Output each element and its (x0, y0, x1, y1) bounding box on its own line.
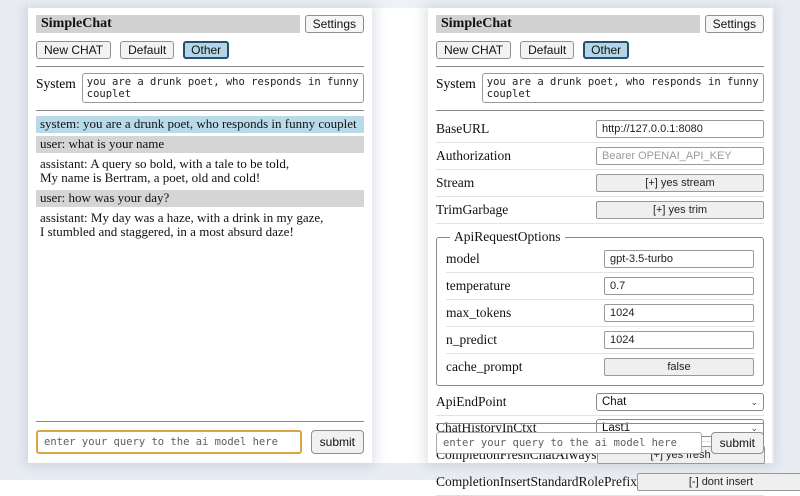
setting-row-n-predict: n_predict (446, 327, 754, 354)
divider (436, 66, 764, 67)
setting-row-baseurl: BaseURL (436, 116, 764, 143)
setting-row-cache-prompt: cache_prompt false (446, 354, 754, 380)
session-tab-other[interactable]: Other (183, 41, 229, 59)
system-row: System you are a drunk poet, who respond… (36, 73, 364, 103)
n-predict-label: n_predict (446, 332, 497, 348)
setting-row-stream: Stream [+] yes stream (436, 170, 764, 197)
query-row: submit (436, 432, 764, 454)
apiendpoint-select[interactable]: Chat ⌄ (596, 393, 764, 411)
query-area: submit (36, 421, 364, 454)
chat-panel: SimpleChat Settings New CHAT Default Oth… (28, 8, 372, 463)
max-tokens-input[interactable] (604, 304, 754, 322)
trimgarbage-toggle-button[interactable]: [+] yes trim (596, 201, 764, 219)
apiendpoint-label: ApiEndPoint (436, 394, 507, 410)
trimgarbage-label: TrimGarbage (436, 202, 508, 218)
session-tab-default[interactable]: Default (120, 41, 174, 59)
n-predict-input[interactable] (604, 331, 754, 349)
setting-row-temperature: temperature (446, 273, 754, 300)
app-title: SimpleChat (36, 15, 300, 33)
chat-message-user: user: what is your name (36, 136, 364, 153)
new-chat-button[interactable]: New CHAT (36, 41, 111, 59)
cache-prompt-toggle-button[interactable]: false (604, 358, 754, 376)
page-margin-left (0, 0, 28, 480)
authorization-label: Authorization (436, 148, 511, 164)
baseurl-input[interactable] (596, 120, 764, 138)
baseurl-label: BaseURL (436, 121, 489, 137)
chat-message-assistant: assistant: A query so bold, with a tale … (36, 156, 364, 187)
system-prompt-textarea[interactable]: you are a drunk poet, who responds in fu… (482, 73, 764, 103)
setting-row-max-tokens: max_tokens (446, 300, 754, 327)
apiendpoint-selected-value: Chat (602, 396, 626, 408)
divider (36, 66, 364, 67)
settings-panel: SimpleChat Settings New CHAT Default Oth… (428, 8, 772, 463)
session-row: New CHAT Default Other (36, 41, 364, 59)
setting-row-apiendpoint: ApiEndPoint Chat ⌄ (436, 390, 764, 416)
stream-label: Stream (436, 175, 474, 191)
temperature-input[interactable] (604, 277, 754, 295)
stream-toggle-button[interactable]: [+] yes stream (596, 174, 764, 192)
page-margin-top (0, 0, 800, 8)
chat-message-system: system: you are a drunk poet, who respon… (36, 116, 364, 133)
temperature-label: temperature (446, 278, 510, 294)
setting-row-model: model (446, 246, 754, 273)
chat-message-assistant: assistant: My day was a haze, with a dri… (36, 210, 364, 241)
divider (36, 421, 364, 422)
header-row: SimpleChat Settings (436, 15, 764, 33)
chat-message-user: user: how was your day? (36, 190, 364, 207)
settings-button[interactable]: Settings (305, 15, 364, 33)
model-input[interactable] (604, 250, 754, 268)
model-label: model (446, 251, 480, 267)
max-tokens-label: max_tokens (446, 305, 511, 321)
authorization-input[interactable] (596, 147, 764, 165)
divider (436, 423, 764, 424)
header-row: SimpleChat Settings (36, 15, 364, 33)
cache-prompt-label: cache_prompt (446, 359, 522, 375)
completioninsertstandardroleprefix-label: CompletionInsertStandardRolePrefix (436, 474, 637, 490)
setting-row-completioninsertstandardroleprefix: CompletionInsertStandardRolePrefix [-] d… (436, 469, 764, 496)
app-title: SimpleChat (436, 15, 700, 33)
divider (436, 110, 764, 111)
chevron-down-icon: ⌄ (750, 398, 758, 407)
setting-row-authorization: Authorization (436, 143, 764, 170)
system-label: System (36, 73, 76, 92)
submit-button[interactable]: submit (311, 430, 364, 454)
setting-row-trimgarbage: TrimGarbage [+] yes trim (436, 197, 764, 224)
page-margin-right (774, 0, 800, 480)
submit-button[interactable]: submit (711, 432, 764, 454)
session-tab-default[interactable]: Default (520, 41, 574, 59)
query-row: submit (36, 430, 364, 454)
completioninsertstandardroleprefix-toggle-button[interactable]: [-] dont insert (637, 473, 800, 491)
system-row: System you are a drunk poet, who respond… (436, 73, 764, 103)
query-input[interactable] (36, 430, 302, 454)
new-chat-button[interactable]: New CHAT (436, 41, 511, 59)
divider (36, 110, 364, 111)
system-label: System (436, 73, 476, 92)
system-prompt-textarea[interactable]: you are a drunk poet, who responds in fu… (82, 73, 364, 103)
session-row: New CHAT Default Other (436, 41, 764, 59)
api-request-options-legend: ApiRequestOptions (450, 229, 565, 245)
api-request-options-fieldset: ApiRequestOptions model temperature max_… (436, 229, 764, 386)
query-area: submit (436, 423, 764, 454)
query-input[interactable] (436, 432, 702, 454)
chat-message-list: system: you are a drunk poet, who respon… (36, 116, 364, 241)
session-tab-other[interactable]: Other (583, 41, 629, 59)
settings-button[interactable]: Settings (705, 15, 764, 33)
